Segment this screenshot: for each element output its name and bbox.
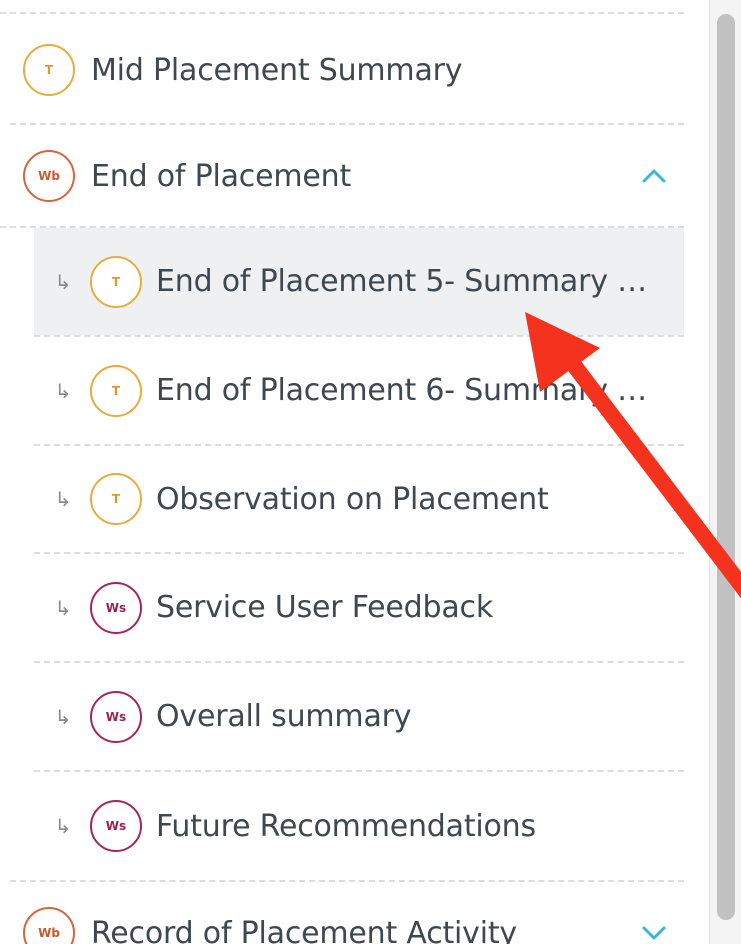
nav-group-record-of-placement-activity[interactable]: Wb Record of Placement Activity xyxy=(10,882,684,944)
task-type-badge: T xyxy=(90,473,142,525)
task-type-badge: T xyxy=(90,364,142,417)
workbook-type-badge: Wb xyxy=(23,907,75,944)
nav-subitem-service-user-feedback[interactable]: ↳ Ws Service User Feedback xyxy=(34,554,684,661)
placement-navigation-panel: T Mid Placement Summary Wb End of Placem… xyxy=(0,0,741,944)
nav-subitem-end-of-placement-6[interactable]: ↳ T End of Placement 6- Summary of ... xyxy=(34,337,684,444)
worksheet-type-badge: Ws xyxy=(90,581,142,634)
child-indent-icon: ↳ xyxy=(54,378,72,403)
nav-subitem-observation-on-placement[interactable]: ↳ T Observation on Placement xyxy=(34,446,684,552)
placement-section-list: T Mid Placement Summary Wb End of Placem… xyxy=(0,0,686,944)
nav-subitem-label: Observation on Placement xyxy=(156,481,549,517)
nav-subitem-label: End of Placement 5- Summary of ... xyxy=(156,264,683,299)
worksheet-type-badge: Ws xyxy=(90,800,142,852)
scrollbar-thumb[interactable] xyxy=(717,14,735,920)
child-indent-icon: ↳ xyxy=(54,704,72,729)
task-type-badge: T xyxy=(90,255,142,308)
nav-subitem-overall-summary[interactable]: ↳ Ws Overall summary xyxy=(34,663,684,770)
chevron-down-icon[interactable] xyxy=(640,919,668,944)
workbook-type-badge: Wb xyxy=(23,150,75,202)
nav-subitem-future-recommendations[interactable]: ↳ Ws Future Recommendations xyxy=(34,772,684,880)
nav-group-end-of-placement[interactable]: Wb End of Placement xyxy=(10,125,684,227)
nav-group-label: End of Placement xyxy=(91,158,352,194)
worksheet-type-badge: Ws xyxy=(90,690,142,743)
nav-item-label: Mid Placement Summary xyxy=(91,52,463,88)
task-type-badge: T xyxy=(23,44,75,96)
nav-subitem-end-of-placement-5[interactable]: ↳ T End of Placement 5- Summary of ... xyxy=(34,228,684,335)
child-indent-icon: ↳ xyxy=(54,595,72,620)
nav-subitem-label: Service User Feedback xyxy=(156,590,493,625)
nav-subitem-label: Overall summary xyxy=(156,699,412,734)
nav-subitem-label: Future Recommendations xyxy=(156,808,536,844)
chevron-up-icon[interactable] xyxy=(640,162,668,190)
divider xyxy=(0,12,684,14)
nav-subitem-label: End of Placement 6- Summary of ... xyxy=(156,373,683,408)
child-indent-icon: ↳ xyxy=(54,269,72,294)
child-indent-icon: ↳ xyxy=(54,814,72,838)
child-indent-icon: ↳ xyxy=(54,487,72,511)
nav-item-mid-placement-summary[interactable]: T Mid Placement Summary xyxy=(10,16,684,124)
nav-group-label: Record of Placement Activity xyxy=(91,915,517,944)
